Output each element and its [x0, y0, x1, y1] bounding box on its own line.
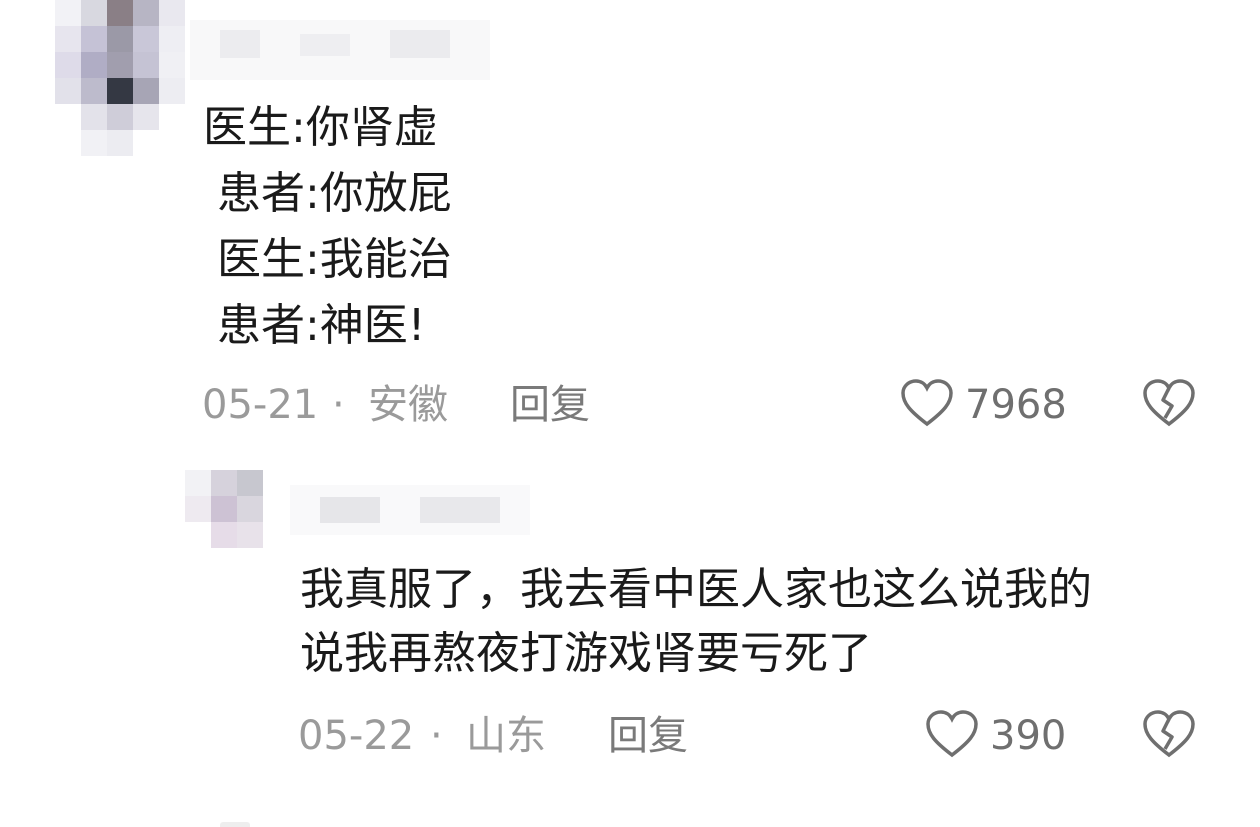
pixelated-avatar: [55, 0, 185, 156]
comment-line: 患者:你放屁: [203, 168, 452, 219]
comment-location: 安徽: [368, 382, 448, 428]
comment-location: 山东: [466, 713, 546, 759]
dislike-icon[interactable]: [1142, 709, 1196, 759]
comment-line: 患者:神医!: [203, 300, 426, 351]
pixelated-avatar: [185, 470, 263, 548]
like-count: 7968: [965, 382, 1067, 428]
comment-date: 05-21: [202, 382, 319, 428]
reply-button[interactable]: 回复: [608, 716, 688, 756]
meta-separator: ·: [332, 382, 345, 428]
like-count: 390: [990, 713, 1067, 759]
heart-icon[interactable]: [925, 709, 979, 759]
comment-line: 我真服了，我去看中医人家也这么说我的: [300, 564, 1092, 615]
username[interactable]: [290, 485, 530, 535]
comment-line: 医生:你肾虚: [203, 102, 438, 153]
username[interactable]: [190, 20, 490, 80]
comment-line: 医生:我能治: [203, 234, 452, 285]
comment-line: 说我再熬夜打游戏肾要亏死了: [300, 628, 872, 679]
avatar[interactable]: [185, 470, 265, 555]
meta-separator: ·: [430, 713, 443, 759]
pixelated-username: [290, 485, 530, 535]
comment-date: 05-22: [298, 713, 415, 759]
next-item-edge: [220, 822, 250, 827]
avatar[interactable]: [55, 0, 185, 160]
pixelated-username: [190, 20, 490, 80]
reply-button[interactable]: 回复: [510, 385, 590, 425]
heart-icon[interactable]: [900, 378, 954, 428]
dislike-icon[interactable]: [1142, 378, 1196, 428]
